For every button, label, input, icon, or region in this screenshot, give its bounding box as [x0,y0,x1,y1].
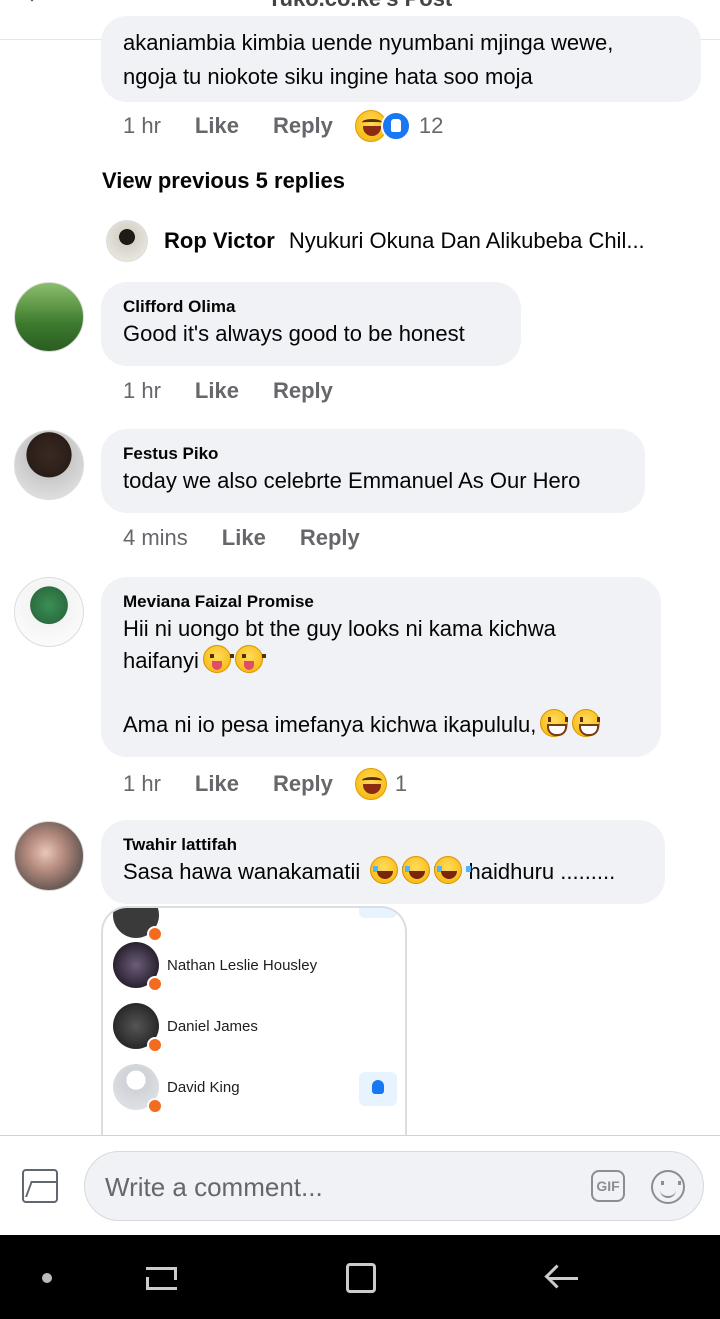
reaction-badge-icon [147,926,163,942]
comment-author[interactable]: Twahir lattifah [123,834,643,856]
photo-icon[interactable] [22,1169,58,1203]
avatar [113,1064,163,1114]
comment-text: Hii ni uongo bt the guy looks ni kama ki… [123,616,556,641]
comment-time: 1 hr [123,771,161,796]
like-button[interactable]: Like [195,771,239,797]
like-button[interactable]: Like [222,525,266,551]
avatar[interactable] [14,577,84,647]
comment-text: Ama ni io pesa imefanya kichwa ikapululu… [123,712,537,737]
gif-icon[interactable]: GIF [591,1170,625,1202]
comment-bubble: akaniambia kimbia uende nyumbani mjinga … [101,16,701,102]
tongue-emoji-icon [202,645,234,673]
reply-button[interactable]: Reply [300,525,360,551]
grin-emoji-icon [572,709,601,737]
attachment-person-row: David King [113,1064,240,1114]
grin-emoji-icon [540,709,569,737]
joy-emoji-icon [434,856,472,884]
avatar[interactable] [14,430,84,500]
like-button[interactable]: Like [195,113,239,139]
view-previous-replies-link[interactable]: View previous 5 replies [102,168,345,194]
reaction-count: 12 [418,113,444,138]
attachment-person-row [113,908,163,942]
reaction-badge-icon [147,976,163,992]
avatar [106,220,148,262]
comment-composer: Write a comment... GIF [0,1135,720,1235]
reply-text: Nyukuri Okuna Dan Alikubeba Chil... [288,228,645,253]
comment-text: today we also celebrte Emmanuel As Our H… [123,468,581,493]
reply-preview[interactable]: Rop Victor Nyukuri Okuna Dan Alikubeba C… [106,220,686,262]
reactions[interactable]: 12 [354,110,444,142]
comment-bubble: Meviana Faizal Promise Hii ni uongo bt t… [101,577,661,757]
comment-input-placeholder: Write a comment... [105,1172,323,1202]
comment-time: 4 mins [123,525,188,550]
joy-emoji-icon [370,856,408,884]
recent-apps-icon[interactable] [146,1267,177,1290]
reaction-count: 1 [394,771,408,796]
emoji-icon[interactable] [651,1170,685,1204]
comment-author[interactable]: Clifford Olima [123,296,499,318]
comment-text: haifanyi [123,648,199,673]
comment-text: akaniambia kimbia uende nyumbani mjinga … [123,30,614,89]
add-friend-icon [359,908,397,918]
comment-actions: 4 mins Like Reply [123,525,360,551]
page-title: Tuko.co.ke's Post [0,0,720,12]
comment-attachment-image[interactable]: Nathan Leslie Housley Daniel James David… [101,906,407,1136]
reply-button[interactable]: Reply [273,771,333,797]
home-icon[interactable] [346,1263,376,1293]
tongue-emoji-icon [234,645,266,673]
comment-author[interactable]: Festus Piko [123,443,623,465]
comment-text-line: Hii ni uongo bt the guy looks ni kama ki… [123,613,639,645]
reply-author: Rop Victor [164,228,275,253]
joy-emoji-icon [402,856,440,884]
back-icon[interactable] [548,1277,578,1280]
attachment-person-name: David King [167,1078,240,1096]
reactions[interactable]: 1 [354,768,408,800]
like-reaction-icon [380,111,411,141]
avatar [113,908,163,942]
reaction-badge-icon [147,1037,163,1053]
comment-time: 1 hr [123,378,161,403]
comment-text: haidhuru ......... [468,859,616,884]
attachment-person-name: Nathan Leslie Housley [167,956,318,974]
comment-text: Sasa hawa wanakamatii [123,859,361,884]
avatar[interactable] [14,821,84,891]
dot-icon[interactable] [42,1273,52,1283]
attachment-person-row: Nathan Leslie Housley [113,942,318,992]
like-button[interactable]: Like [195,378,239,404]
comment-bubble: Festus Piko today we also celebrte Emman… [101,429,645,513]
avatar [113,1003,163,1053]
comment-time: 1 hr [123,113,161,138]
comment-actions: 1 hr Like Reply [123,378,333,404]
comment-author[interactable]: Meviana Faizal Promise [123,591,639,613]
comment-text-line: haifanyi [123,645,639,677]
comment-bubble: Clifford Olima Good it's always good to … [101,282,521,366]
comment-text: Good it's always good to be honest [123,321,465,346]
comment-actions: 1 hr Like Reply 12 [123,110,443,142]
reply-button[interactable]: Reply [273,113,333,139]
reaction-badge-icon [147,1098,163,1114]
avatar[interactable] [14,282,84,352]
haha-reaction-icon [354,768,387,800]
avatar [113,942,163,992]
system-nav-bar [0,1235,720,1319]
comment-input[interactable]: Write a comment... GIF [84,1151,704,1221]
attachment-person-name: Daniel James [167,1017,258,1035]
comment-text-line: Ama ni io pesa imefanya kichwa ikapululu… [123,709,639,741]
comment-text-line: Sasa hawa wanakamatii haidhuru ......... [123,856,643,888]
reply-button[interactable]: Reply [273,378,333,404]
comment-actions: 1 hr Like Reply 1 [123,768,407,800]
attachment-person-row: Daniel James [113,1003,258,1053]
add-friend-icon [359,1072,397,1106]
comment-bubble: Twahir lattifah Sasa hawa wanakamatii ha… [101,820,665,904]
